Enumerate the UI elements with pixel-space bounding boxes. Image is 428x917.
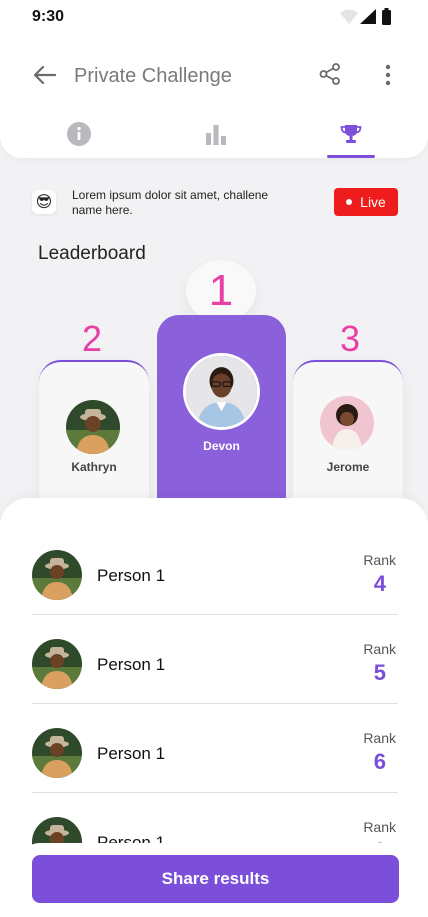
podium-position-2: 2: [81, 318, 103, 359]
person-name: Person 1: [97, 566, 166, 585]
list-item[interactable]: Person 1 Rank 4: [32, 526, 398, 615]
tab-stats[interactable]: [191, 116, 241, 152]
live-label: Live: [360, 194, 386, 210]
person-name: Person 1: [97, 744, 166, 763]
rank-label: Rank: [363, 552, 396, 568]
status-time: 9:30: [32, 8, 65, 25]
page-title: Private Challenge: [74, 65, 232, 87]
challenge-banner: 😎 Lorem ipsum dolor sit amet, challene n…: [32, 186, 398, 222]
back-button[interactable]: [30, 60, 60, 90]
live-dot-icon: [346, 199, 353, 205]
rank-label: Rank: [363, 730, 396, 746]
more-vertical-icon: [385, 64, 391, 86]
status-bar: 9:30: [0, 0, 428, 34]
battery-icon: [382, 10, 391, 25]
sunglasses-emoji-icon: 😎: [32, 190, 56, 214]
podium-position-3: 3: [339, 318, 361, 359]
rank-value: 6: [373, 749, 386, 774]
person-name: Person 1: [97, 833, 166, 852]
info-icon: [67, 122, 91, 146]
app-header: Private Challenge: [0, 34, 428, 158]
podium-name: Jerome: [326, 460, 370, 474]
avatar: [320, 396, 374, 450]
podium-first-place[interactable]: Devon: [157, 315, 286, 505]
tab-leaderboard[interactable]: [326, 116, 376, 152]
live-badge: Live: [334, 188, 398, 216]
rank-label: Rank: [363, 819, 396, 835]
rank-value: 5: [373, 660, 386, 685]
share-button[interactable]: [316, 60, 344, 88]
podium-second-place[interactable]: Kathryn: [39, 360, 149, 510]
podium-third-place[interactable]: Jerome: [293, 360, 403, 510]
challenge-name: Lorem ipsum dolor sit amet, challene nam…: [72, 188, 269, 217]
share-icon: [319, 63, 340, 85]
bar-chart-icon: [206, 125, 226, 145]
wifi-icon: [340, 9, 358, 24]
podium-name: Devon: [203, 439, 240, 453]
avatar: [66, 400, 120, 454]
avatar: [183, 353, 260, 430]
avatar: [32, 639, 82, 689]
leaderboard-title: Leaderboard: [38, 243, 146, 264]
person-name: Person 1: [97, 655, 166, 674]
trophy-icon: [340, 125, 362, 143]
active-tab-indicator: [327, 155, 375, 158]
cellular-icon: [360, 9, 376, 24]
tab-info[interactable]: [54, 116, 104, 152]
podium-position-1: 1: [186, 260, 256, 322]
status-icons: [340, 8, 391, 25]
rank-value: 4: [373, 571, 386, 596]
podium-name: Kathryn: [71, 460, 117, 474]
more-options-button[interactable]: [376, 60, 400, 90]
avatar: [32, 728, 82, 778]
list-item[interactable]: Person 1 Rank 5: [32, 615, 398, 704]
share-results-button[interactable]: Share results: [32, 855, 399, 903]
rank-label: Rank: [363, 641, 396, 657]
arrow-left-icon: [34, 66, 56, 84]
list-item[interactable]: Person 1 Rank 6: [32, 704, 398, 793]
avatar: [32, 550, 82, 600]
